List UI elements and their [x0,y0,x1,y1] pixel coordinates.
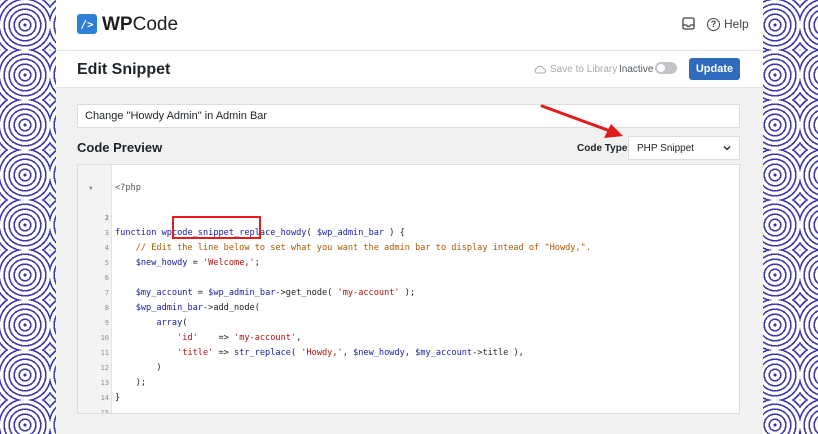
code-line: 14 [78,376,739,402]
cloud-icon [534,65,546,74]
code-line: 12 ); [78,346,739,388]
code-preview-heading: Code Preview [77,140,163,155]
code-line: 8 array( [78,286,739,328]
logo-wp: WP [102,14,133,35]
status-label: Inactive [619,64,654,75]
update-button[interactable]: Update [689,58,740,80]
active-toggle[interactable] [655,62,677,74]
edit-header: Edit Snippet Save to Library Inactive Up… [56,51,763,88]
save-to-library-label: Save to Library [550,64,618,75]
app-panel: /> WPCode ? Help Edit Snippet Save to Li… [56,0,763,434]
snippet-title-input[interactable]: Change "Howdy Admin" in Admin Bar [77,104,740,128]
code-line: 15 add_filter( 'admin_bar_menu', 'wpcode… [78,391,739,413]
code-line: ▼ 1 function wpcode_snippet_replace_howd… [78,181,739,238]
code-line: 6 $my_account = $wp_admin_bar->get_node(… [78,256,739,298]
line-number: 15 [100,409,109,414]
inbox-icon[interactable] [682,17,695,30]
logo-code: Code [132,14,179,35]
help-button[interactable]: ? Help [707,17,749,31]
code-line: 5 [78,241,739,267]
app-logo-text: WPCode [102,14,178,36]
top-bar: /> WPCode ? Help [56,0,763,51]
fold-arrow-icon[interactable]: ▼ [89,181,93,196]
code-line: 11 ) [78,331,739,373]
code-line: 7 $wp_admin_bar->add_node( [78,271,739,313]
code-line: <?php [78,166,739,193]
page-title: Edit Snippet [77,61,171,78]
code-line: 2 [78,196,739,222]
chevron-down-icon [723,146,731,151]
code-line: 10 'title' => str_replace( 'Howdy,', $ne… [78,316,739,358]
help-label: Help [724,17,749,31]
code-type-label: Code Type [577,143,628,154]
code-editor[interactable]: <?php ▼ 1 function wpcode_snippet_replac… [77,164,740,414]
wpcode-logo-icon: /> [77,14,97,34]
code-line: 9 'id' => 'my-account', [78,301,739,343]
help-icon: ? [707,17,720,31]
code-line: 13 } [78,361,739,403]
code-type-select[interactable]: PHP Snippet [628,136,740,160]
code-type-value: PHP Snippet [637,142,695,154]
save-to-library-button[interactable]: Save to Library [534,64,617,75]
annotation-highlight-box [172,216,261,239]
